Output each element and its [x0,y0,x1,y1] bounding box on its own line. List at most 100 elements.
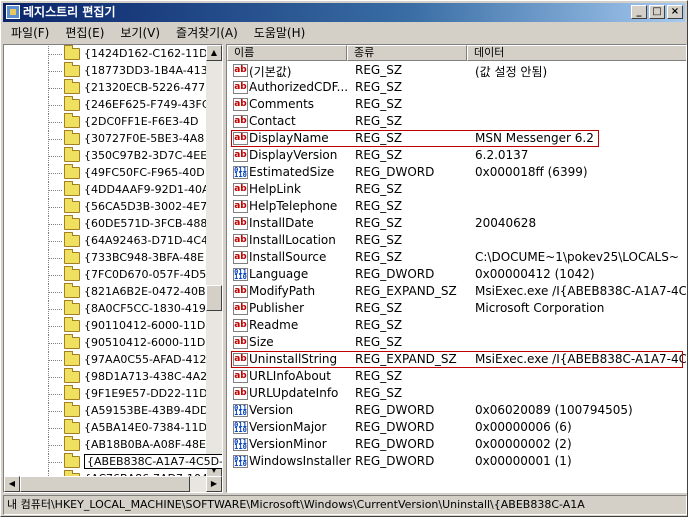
value-row[interactable]: ab Comments REG_SZ [227,96,686,113]
tree-node[interactable]: {8A0CF5CC-1830-419 [4,300,214,318]
value-row[interactable]: ab Readme REG_SZ [227,317,686,334]
value-type: REG_DWORD [355,267,435,281]
key-tree-pane[interactable]: {1424D162-C162-11D4 {18773DD3-1B4A-413E {2… [3,44,223,493]
tree-node[interactable]: {90510412-6000-11D3 [4,334,214,352]
tree-node-label: {A5BA14E0-7384-11D [84,421,207,434]
value-data: MsiExec.exe /I{ABEB838C-A1A7-4C [475,352,687,366]
tree-node[interactable]: {49FC50FC-F965-40D [4,164,214,182]
tree-connector-line [49,258,62,259]
folder-icon [64,419,80,434]
tree-connector-line [49,207,62,208]
value-row[interactable]: 011 110 EstimatedSize REG_DWORD 0x000018ff … [227,164,686,181]
tree-connector-line [49,309,62,310]
value-row[interactable]: ab DisplayVersion REG_SZ 6.2.0137 [227,147,686,164]
value-type: REG_SZ [355,250,403,264]
tree-connector-line [49,88,62,89]
tree-node[interactable]: {64A92463-D71D-4C4 [4,232,214,250]
tree-horizontal-scrollbar[interactable]: ◀ ▶ [4,476,222,492]
scroll-up-arrow-icon[interactable]: ▲ [206,45,222,61]
column-header-data[interactable]: 데이터 [467,45,686,61]
value-row[interactable]: ab (기본값) REG_SZ (값 설정 안됨) [227,62,686,79]
value-row[interactable]: ab InstallLocation REG_SZ [227,232,686,249]
maximize-button[interactable]: □ [649,5,665,19]
value-row[interactable]: ab Publisher REG_SZ Microsoft Corporation [227,300,686,317]
tree-node[interactable]: {90110412-6000-11D3 [4,317,214,335]
value-name: AuthorizedCDF... [249,80,349,94]
title-bar[interactable]: 레지스트리 편집기 _ □ × [3,3,685,22]
value-row[interactable]: ab URLInfoAbout REG_SZ [227,368,686,385]
value-row[interactable]: 011 110 WindowsInstaller REG_DWORD 0x000000… [227,453,686,470]
tree-node[interactable]: {56CA5D3B-3002-4E7 [4,198,214,216]
scroll-left-arrow-icon[interactable]: ◀ [4,476,20,492]
folder-icon [64,215,80,230]
value-name: Contact [249,114,296,128]
tree-node[interactable]: {AB18B0BA-A08F-48E [4,436,214,454]
window-title: 레지스트리 편집기 [23,5,116,19]
value-row[interactable]: ab URLUpdateInfo REG_SZ [227,385,686,402]
value-row[interactable]: 011 110 VersionMajor REG_DWORD 0x00000006 (… [227,419,686,436]
tree-connector-line [49,275,62,276]
tree-vertical-scrollbar[interactable]: ▲ ▼ [206,45,222,478]
value-row[interactable]: ab InstallSource REG_SZ C:\DOCUME~1\pokev25… [227,249,686,266]
tree-node[interactable]: {60DE571D-3FCB-488 [4,215,214,233]
tree-node[interactable]: {21320ECB-5226-4777 [4,79,214,97]
value-row[interactable]: ab AuthorizedCDF... REG_SZ [227,79,686,96]
tree-node[interactable]: {2DC0FF1E-F6E3-4D [4,113,214,131]
value-type: REG_SZ [355,335,403,349]
tree-node[interactable]: {18773DD3-1B4A-413E [4,62,215,80]
tree-node[interactable]: {7FC0D670-057F-4D5 [4,266,214,284]
value-name: Comments [249,97,315,111]
value-row[interactable]: ab Size REG_SZ [227,334,686,351]
menu-favorites[interactable]: 즐겨찾기(A) [168,23,246,43]
value-row[interactable]: 011 110 Language REG_DWORD 0x00000412 (1042… [227,266,686,283]
tree-node[interactable]: {821A6B2E-0472-40B [4,283,214,301]
column-header-type[interactable]: 종류 [347,45,467,61]
value-data: 0x000018ff (6399) [475,165,588,179]
tree-node[interactable]: {ABEB838C-A1A7-4C5D-B7E1-8B4314600137} [4,453,222,471]
tree-node[interactable]: {97AA0C55-AFAD-412 [4,351,214,369]
tree-node-label: {1424D162-C162-11D4 [84,47,215,60]
tree-node-label: {60DE571D-3FCB-488 [84,217,208,230]
tree-node[interactable]: {30727F0E-5BE3-4A8 [4,130,214,148]
value-name: UninstallString [249,352,338,366]
value-row[interactable]: 011 110 VersionMinor REG_DWORD 0x00000002 (… [227,436,686,453]
column-header-name[interactable]: 이름 [227,45,347,61]
minimize-button[interactable]: _ [631,5,647,19]
value-name: Readme [249,318,299,332]
tree-node[interactable]: {A5BA14E0-7384-11D [4,419,214,437]
tree-node[interactable]: {350C97B2-3D7C-4EE [4,147,214,165]
value-row[interactable]: ab UninstallString REG_EXPAND_SZ MsiExec.ex… [227,351,687,368]
close-button[interactable]: × [667,5,683,19]
menu-help[interactable]: 도움말(H) [246,23,314,43]
value-row[interactable]: ab HelpLink REG_SZ [227,181,686,198]
menu-bar: 파일(F) 편집(E) 보기(V) 즐겨찾기(A) 도움말(H) [3,23,313,43]
tree-connector-line [49,71,62,72]
value-row[interactable]: ab Contact REG_SZ [227,113,686,130]
value-row[interactable]: ab InstallDate REG_SZ 20040628 [227,215,686,232]
tree-scroll-thumb[interactable] [206,285,222,311]
value-list-pane[interactable]: 이름 종류 데이터 ab (기본값) REG_SZ (값 설정 안됨) ab Author… [226,44,687,493]
value-row[interactable]: 011 110 Version REG_DWORD 0x06020089 (10079… [227,402,686,419]
tree-node[interactable]: {246EF625-F749-43FC [4,96,214,114]
value-row[interactable]: ab HelpTelephone REG_SZ [227,198,686,215]
tree-hscroll-thumb[interactable] [20,476,190,492]
tree-node[interactable]: {9F1E9E57-DD22-11D [4,385,214,403]
scroll-right-arrow-icon[interactable]: ▶ [206,476,222,492]
string-value-icon: ab [233,81,248,94]
tree-connector-line [49,377,62,378]
menu-file[interactable]: 파일(F) [3,23,57,43]
tree-node[interactable]: {1424D162-C162-11D4 [4,45,215,63]
value-row[interactable]: ab ModifyPath REG_EXPAND_SZ MsiExec.exe /I{… [227,283,686,300]
tree-node[interactable]: {733BC948-3BFA-48E [4,249,214,267]
menu-edit[interactable]: 편집(E) [57,23,112,43]
value-type: REG_SZ [355,233,403,247]
tree-node[interactable]: {98D1A713-438C-4A2 [4,368,214,386]
tree-node[interactable]: {4DD4AAF9-92D1-40A [4,181,214,199]
tree-connector-line [49,292,62,293]
folder-icon [64,368,80,383]
value-row[interactable]: ab DisplayName REG_SZ MSN Messenger 6.2 [227,130,686,147]
folder-icon [64,436,80,451]
tree-node[interactable]: {A59153BE-43B9-4DD [4,402,214,420]
menu-view[interactable]: 보기(V) [112,23,168,43]
value-type: REG_SZ [355,131,403,145]
